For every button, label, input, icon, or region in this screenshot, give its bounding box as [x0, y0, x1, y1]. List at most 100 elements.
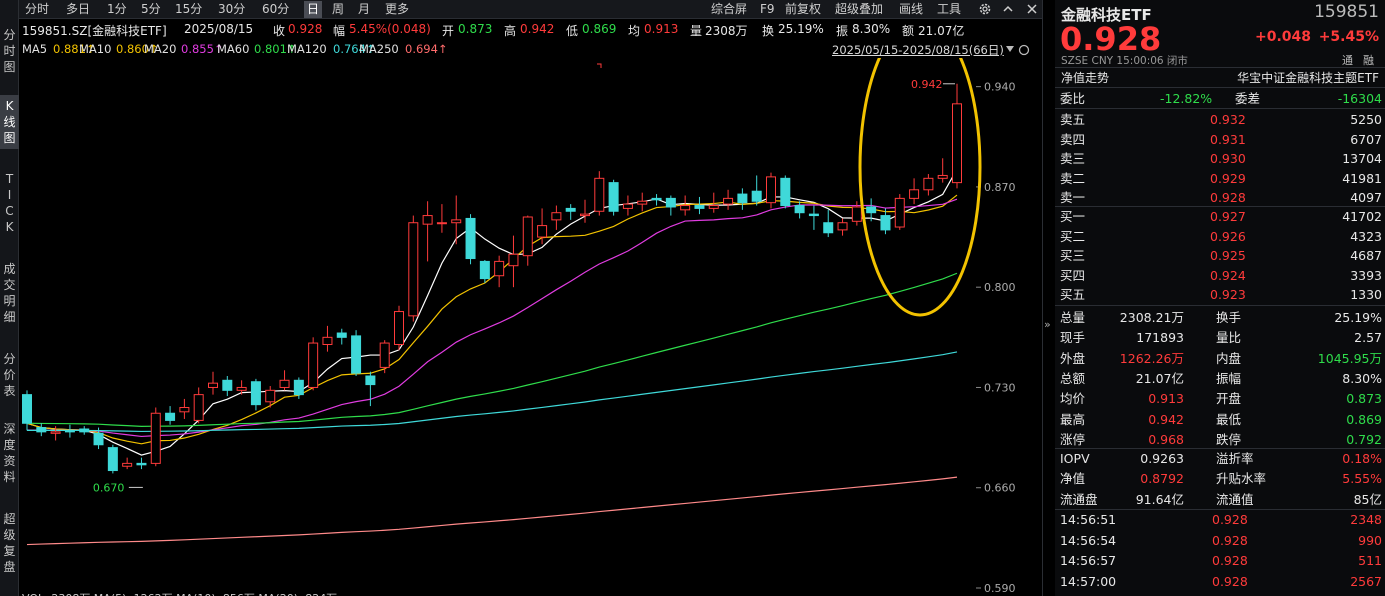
- candle[interactable]: [379, 340, 390, 374]
- candle[interactable]: [193, 387, 204, 424]
- candle[interactable]: [622, 195, 633, 216]
- candle[interactable]: [279, 370, 290, 391]
- candle[interactable]: [351, 330, 362, 376]
- toolbar-button-0[interactable]: 综合屏: [711, 1, 747, 18]
- candle[interactable]: [637, 192, 648, 212]
- candle[interactable]: [508, 235, 519, 288]
- ma-label-5: MA250: [359, 42, 399, 56]
- kline-chart[interactable]: 0.940 0.870 0.800 0.730 0.660 0.590 0.942 0.670…: [19, 58, 1042, 596]
- candle[interactable]: [851, 201, 862, 226]
- stats-value-b: 2.57: [1354, 330, 1382, 346]
- candle[interactable]: [150, 407, 161, 467]
- weibi-value: -12.82%: [1160, 91, 1213, 106]
- toolbar-button-2[interactable]: 前复权: [785, 1, 821, 18]
- candle[interactable]: [694, 196, 705, 215]
- candle[interactable]: [36, 423, 47, 437]
- candle[interactable]: [408, 215, 419, 322]
- chevron-up-icon[interactable]: [1002, 3, 1014, 15]
- candle[interactable]: [394, 305, 404, 351]
- side-tab-4[interactable]: 分价表: [0, 348, 19, 402]
- candle[interactable]: [608, 179, 619, 216]
- candle[interactable]: [737, 188, 748, 210]
- y-tick-label: 0.730: [984, 381, 1016, 394]
- candle[interactable]: [880, 208, 891, 235]
- candle[interactable]: [937, 158, 948, 183]
- side-tab-5[interactable]: 深度资料: [0, 418, 19, 488]
- side-tab-0[interactable]: 分时图: [0, 24, 19, 78]
- close-icon[interactable]: [1026, 3, 1038, 15]
- period-tab-7[interactable]: 日: [304, 1, 323, 18]
- candle[interactable]: [665, 195, 676, 216]
- candle[interactable]: [365, 371, 376, 407]
- candle[interactable]: [565, 204, 576, 220]
- candle[interactable]: [680, 195, 691, 216]
- candle[interactable]: [308, 337, 319, 391]
- period-tab-2[interactable]: 1分: [107, 1, 127, 18]
- candle[interactable]: [136, 457, 147, 470]
- dropdown-triangle-icon[interactable]: [1006, 46, 1014, 52]
- candle[interactable]: [336, 328, 347, 345]
- candle[interactable]: [165, 406, 176, 425]
- date-range-link[interactable]: 2025/05/15-2025/08/15(66日): [832, 42, 1004, 58]
- candle[interactable]: [451, 195, 462, 245]
- candle[interactable]: [522, 215, 533, 266]
- candle[interactable]: [465, 214, 476, 265]
- period-tab-10[interactable]: 更多: [385, 1, 409, 18]
- candle[interactable]: [837, 218, 848, 236]
- asks-volume: 13704: [1342, 151, 1382, 167]
- toolbar-button-4[interactable]: 画线: [899, 1, 923, 18]
- netvalue-trend-link[interactable]: 净值走势: [1061, 69, 1109, 86]
- candle[interactable]: [823, 209, 834, 238]
- period-tab-8[interactable]: 周: [332, 1, 344, 18]
- period-tab-4[interactable]: 15分: [175, 1, 202, 18]
- gear-icon[interactable]: [978, 2, 992, 16]
- stats-label-a: 总量: [1060, 310, 1086, 325]
- candle[interactable]: [923, 174, 934, 196]
- toolbar-button-5[interactable]: 工具: [937, 1, 961, 18]
- candle[interactable]: [551, 205, 562, 230]
- candle[interactable]: [909, 178, 920, 205]
- side-tab-1[interactable]: K线图: [0, 95, 19, 149]
- candle[interactable]: [651, 194, 662, 206]
- candle[interactable]: [594, 171, 605, 216]
- candle[interactable]: [751, 175, 762, 206]
- period-tab-6[interactable]: 60分: [262, 1, 289, 18]
- candle[interactable]: [494, 255, 505, 288]
- candle[interactable]: [479, 259, 490, 283]
- period-tab-1[interactable]: 多日: [66, 1, 90, 18]
- candle[interactable]: [794, 201, 805, 219]
- toolbar-button-3[interactable]: 超级叠加: [835, 1, 883, 18]
- candle[interactable]: [79, 426, 90, 435]
- side-tab-6[interactable]: 超级复盘: [0, 508, 19, 578]
- period-tab-5[interactable]: 30分: [218, 1, 245, 18]
- candle[interactable]: [322, 325, 333, 352]
- candle[interactable]: [780, 175, 791, 209]
- stats-label-b: 最低: [1216, 411, 1242, 427]
- settings-circle-icon[interactable]: [1018, 44, 1030, 56]
- candle[interactable]: [250, 378, 261, 411]
- candle[interactable]: [422, 201, 433, 262]
- side-tab-2[interactable]: TICK: [0, 168, 19, 238]
- candle[interactable]: [64, 424, 75, 438]
- candle[interactable]: [122, 457, 133, 470]
- period-tab-3[interactable]: 5分: [141, 1, 161, 18]
- collapse-panel-icon[interactable]: »: [1044, 318, 1051, 331]
- candle[interactable]: [436, 204, 447, 233]
- period-tab-0[interactable]: 分时: [25, 1, 49, 18]
- candle[interactable]: [766, 172, 776, 209]
- stats2-value-a: 0.8792: [1140, 471, 1184, 487]
- candle[interactable]: [894, 194, 905, 230]
- candle[interactable]: [179, 398, 190, 419]
- candle[interactable]: [952, 83, 962, 189]
- tick-time: 14:56:51: [1060, 512, 1117, 527]
- candle[interactable]: [808, 205, 819, 230]
- candle[interactable]: [208, 371, 218, 395]
- candle[interactable]: [723, 189, 734, 210]
- y-tick-label: 0.590: [984, 582, 1016, 595]
- period-tab-9[interactable]: 月: [358, 1, 370, 18]
- candle[interactable]: [107, 444, 118, 474]
- side-tab-3[interactable]: 成交明细: [0, 258, 19, 328]
- candle[interactable]: [580, 199, 590, 223]
- toolbar-button-1[interactable]: F9: [760, 1, 775, 18]
- candle[interactable]: [222, 376, 233, 397]
